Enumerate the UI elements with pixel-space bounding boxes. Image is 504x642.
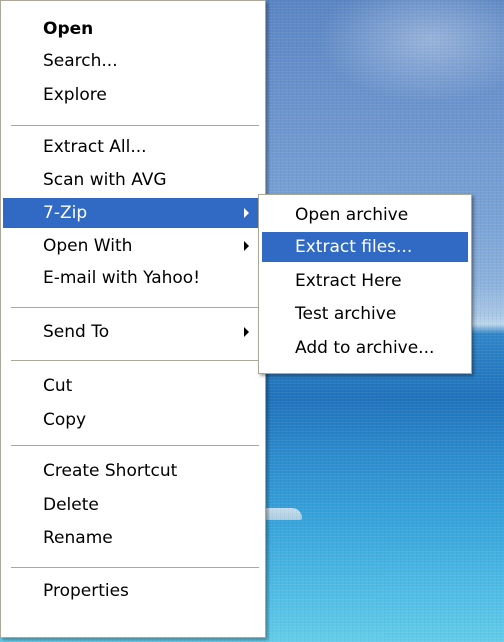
menu-item-email-with-yahoo[interactable]: E-mail with Yahoo!: [3, 263, 263, 293]
menu-item-delete[interactable]: Delete: [3, 490, 263, 520]
wallpaper-boat: [262, 508, 302, 520]
menu-item-extract-all[interactable]: Extract All...: [3, 132, 263, 162]
submenu-item-open-archive[interactable]: Open archive: [262, 200, 468, 230]
submenu-item-test-archive[interactable]: Test archive: [262, 299, 468, 329]
menu-item-7zip-label: 7-Zip: [43, 203, 88, 223]
menu-item-open[interactable]: Open: [3, 14, 263, 44]
menu-item-rename[interactable]: Rename: [3, 523, 263, 553]
menu-separator: [11, 567, 259, 568]
chevron-right-icon: [244, 208, 249, 218]
menu-item-7zip[interactable]: 7-Zip: [3, 198, 263, 228]
submenu-item-add-to-archive[interactable]: Add to archive...: [262, 333, 468, 363]
menu-item-scan-with-avg[interactable]: Scan with AVG: [3, 165, 263, 195]
context-menu: Open Search... Explore Extract All... Sc…: [0, 0, 266, 638]
submenu-item-extract-here[interactable]: Extract Here: [262, 266, 468, 296]
menu-item-explore[interactable]: Explore: [3, 80, 263, 110]
menu-separator: [11, 360, 259, 361]
menu-item-search[interactable]: Search...: [3, 46, 263, 76]
menu-item-send-to-label: Send To: [43, 322, 110, 342]
menu-item-properties[interactable]: Properties: [3, 576, 263, 606]
menu-item-cut[interactable]: Cut: [3, 371, 263, 401]
menu-item-send-to[interactable]: Send To: [3, 317, 263, 347]
chevron-right-icon: [244, 241, 249, 251]
submenu-7zip: Open archive Extract files... Extract He…: [258, 194, 472, 374]
menu-item-copy[interactable]: Copy: [3, 405, 263, 435]
menu-item-create-shortcut[interactable]: Create Shortcut: [3, 456, 263, 486]
menu-separator: [11, 307, 259, 308]
menu-item-open-with-label: Open With: [43, 236, 133, 256]
menu-item-open-with[interactable]: Open With: [3, 231, 263, 261]
submenu-item-extract-files[interactable]: Extract files...: [262, 232, 468, 262]
chevron-right-icon: [244, 327, 249, 337]
menu-separator: [11, 125, 259, 126]
menu-separator: [11, 445, 259, 446]
